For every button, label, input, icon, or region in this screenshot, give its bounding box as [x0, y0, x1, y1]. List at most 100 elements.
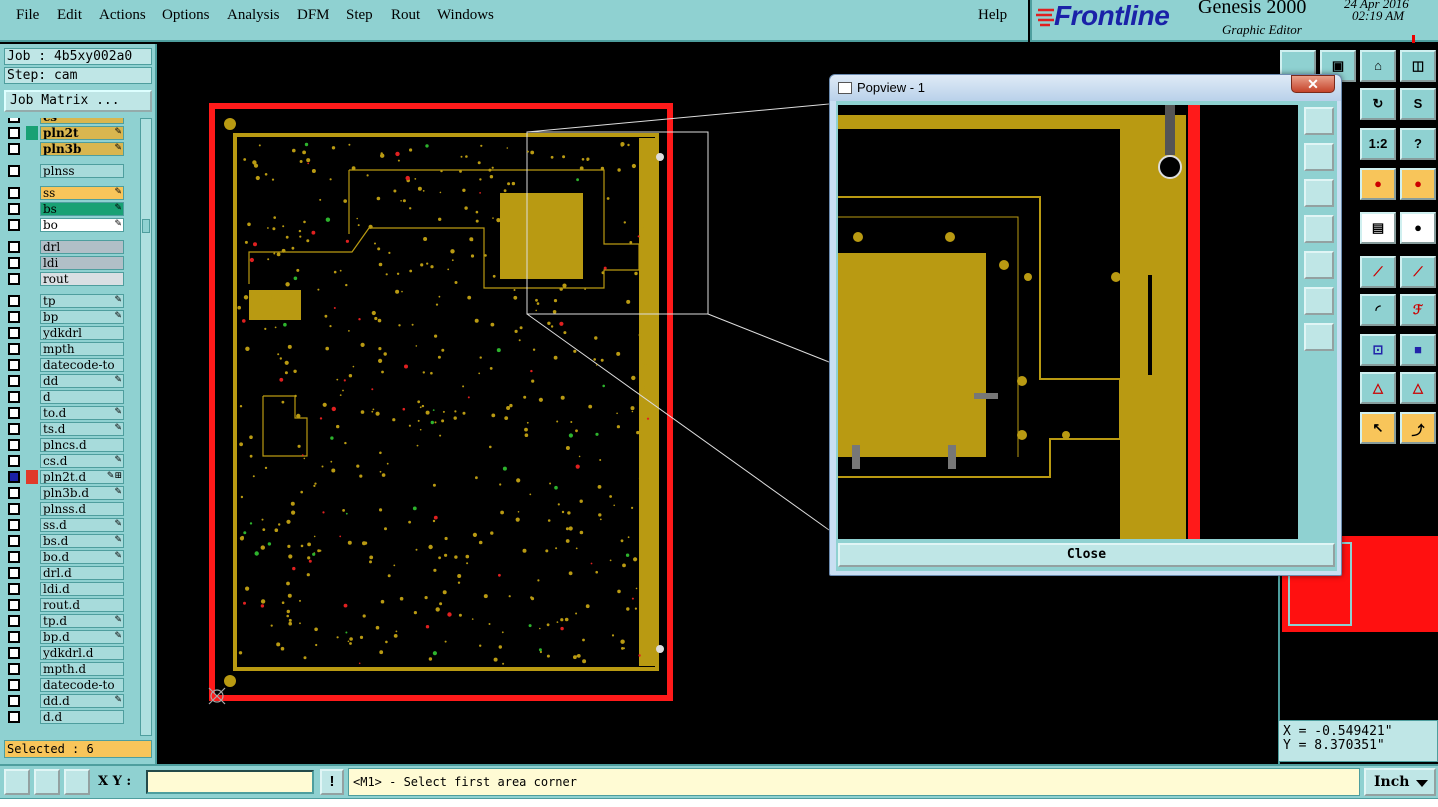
- shapes-icon[interactable]: ■: [1400, 334, 1436, 366]
- layer-checkbox[interactable]: [8, 165, 20, 177]
- line-tool-icon[interactable]: ⟋: [1400, 256, 1436, 288]
- layer-row[interactable]: ss.d ✎: [4, 518, 138, 532]
- layer-name[interactable]: ydkdrl: [40, 326, 124, 340]
- layer-row[interactable]: drl: [4, 240, 138, 254]
- layer-row[interactable]: pln2t.d ✎⊞: [4, 470, 138, 484]
- layer-name[interactable]: dd: [40, 374, 124, 388]
- layer-name[interactable]: dd.d: [40, 694, 124, 708]
- select-pointer-icon[interactable]: ↖: [1360, 412, 1396, 444]
- layer-name[interactable]: datecode-to: [40, 358, 124, 372]
- layer-row[interactable]: bp ✎: [4, 310, 138, 324]
- layer-row[interactable]: rout.d: [4, 598, 138, 612]
- layer-row[interactable]: pln2t ✎: [4, 126, 138, 140]
- menu-rout[interactable]: Rout: [391, 7, 420, 24]
- layer-name[interactable]: cs.d: [40, 454, 124, 468]
- menu-options[interactable]: Options: [162, 7, 210, 24]
- layer-row[interactable]: plncs.d: [4, 438, 138, 452]
- triangle-tool-icon[interactable]: △: [1400, 372, 1436, 404]
- layer-checkbox[interactable]: [8, 127, 20, 139]
- layer-checkbox[interactable]: [8, 118, 20, 123]
- grid-icon[interactable]: [64, 769, 90, 795]
- menu-analysis[interactable]: Analysis: [227, 7, 280, 24]
- layer-name[interactable]: bp.d: [40, 630, 124, 644]
- layer-row[interactable]: ldi: [4, 256, 138, 270]
- menu-edit[interactable]: Edit: [57, 7, 82, 24]
- layer-checkbox[interactable]: [8, 551, 20, 563]
- layer-checkbox[interactable]: [8, 583, 20, 595]
- layer-checkbox[interactable]: [8, 327, 20, 339]
- layer-row[interactable]: ts.d ✎: [4, 422, 138, 436]
- pan-right-icon[interactable]: [1304, 251, 1334, 279]
- layer-checkbox[interactable]: [8, 695, 20, 707]
- layer-row[interactable]: plnss: [4, 164, 138, 178]
- layer-name[interactable]: drl: [40, 240, 124, 254]
- layer-row[interactable]: mpth: [4, 342, 138, 356]
- layer-row[interactable]: d: [4, 390, 138, 404]
- layer-name[interactable]: plnss: [40, 164, 124, 178]
- layer-name[interactable]: d.d: [40, 710, 124, 724]
- home-icon[interactable]: ⌂: [1360, 50, 1396, 82]
- layer-row[interactable]: ydkdrl.d: [4, 646, 138, 660]
- window-close-button[interactable]: ✕: [1291, 75, 1335, 93]
- layer-row[interactable]: dd ✎: [4, 374, 138, 388]
- layer-checkbox[interactable]: [8, 615, 20, 627]
- layer-row[interactable]: tp ✎: [4, 294, 138, 308]
- layer-name[interactable]: d: [40, 390, 124, 404]
- layer-checkbox[interactable]: [8, 219, 20, 231]
- layer-name[interactable]: ldi: [40, 256, 124, 270]
- layer-row[interactable]: cs.d ✎: [4, 454, 138, 468]
- layer-name[interactable]: rout.d: [40, 598, 124, 612]
- layer-row[interactable]: bo.d ✎: [4, 550, 138, 564]
- menu-dfm[interactable]: DFM: [297, 7, 330, 24]
- layer-name[interactable]: ldi.d: [40, 582, 124, 596]
- menu-windows[interactable]: Windows: [437, 7, 494, 24]
- layer-name[interactable]: rout: [40, 272, 124, 286]
- layer-name[interactable]: pln3b.d: [40, 486, 124, 500]
- layer-checkbox[interactable]: [8, 471, 20, 483]
- layer-name[interactable]: pln2t: [40, 126, 124, 140]
- layer-list-scrollbar[interactable]: [140, 118, 152, 736]
- layer-row[interactable]: dd.d ✎: [4, 694, 138, 708]
- layer-checkbox[interactable]: [8, 455, 20, 467]
- layer-name[interactable]: bo: [40, 218, 124, 232]
- layer-checkbox[interactable]: [8, 143, 20, 155]
- flip-icon[interactable]: S: [1400, 88, 1436, 120]
- layer-checkbox[interactable]: [8, 241, 20, 253]
- pan-left-icon[interactable]: [1304, 215, 1334, 243]
- layer-name[interactable]: mpth.d: [40, 662, 124, 676]
- layer-name[interactable]: ts.d: [40, 422, 124, 436]
- layer-checkbox[interactable]: [8, 503, 20, 515]
- layer-row[interactable]: bs.d ✎: [4, 534, 138, 548]
- layer-checkbox[interactable]: [8, 295, 20, 307]
- layer-name[interactable]: plnss.d: [40, 502, 124, 516]
- layer-checkbox[interactable]: [8, 187, 20, 199]
- layer-checkbox[interactable]: [8, 343, 20, 355]
- layer-row[interactable]: drl.d: [4, 566, 138, 580]
- layer-name[interactable]: mpth: [40, 342, 124, 356]
- popview-titlebar[interactable]: Popview - 1 ✕: [830, 75, 1341, 101]
- layer-checkbox[interactable]: [8, 487, 20, 499]
- layer-checkbox[interactable]: [8, 439, 20, 451]
- layer-name[interactable]: bs.d: [40, 534, 124, 548]
- layer-checkbox[interactable]: [8, 519, 20, 531]
- pan-down-icon[interactable]: [1304, 179, 1334, 207]
- layer-name[interactable]: bs: [40, 202, 124, 216]
- help-icon[interactable]: ?: [1400, 128, 1436, 160]
- layer-checkbox[interactable]: [8, 273, 20, 285]
- layer-row[interactable]: mpth.d: [4, 662, 138, 676]
- layer-name[interactable]: bo.d: [40, 550, 124, 564]
- layer-name[interactable]: bp: [40, 310, 124, 324]
- layer-name[interactable]: ss: [40, 186, 124, 200]
- arc-tool-icon[interactable]: ◜: [1360, 294, 1396, 326]
- menu-help[interactable]: Help: [978, 7, 1007, 24]
- layer-checkbox[interactable]: [8, 359, 20, 371]
- layer-checkbox[interactable]: [8, 535, 20, 547]
- line-tool-icon[interactable]: ⟋: [1360, 256, 1396, 288]
- layer-name[interactable]: pln3b: [40, 142, 124, 156]
- layer-checkbox[interactable]: [8, 203, 20, 215]
- split-tool-icon[interactable]: ℱ: [1400, 294, 1436, 326]
- layer-checkbox[interactable]: [8, 631, 20, 643]
- warning-button[interactable]: !: [320, 769, 344, 795]
- triangle-tool-icon[interactable]: △: [1360, 372, 1396, 404]
- route-icon[interactable]: ⤴: [1400, 412, 1436, 444]
